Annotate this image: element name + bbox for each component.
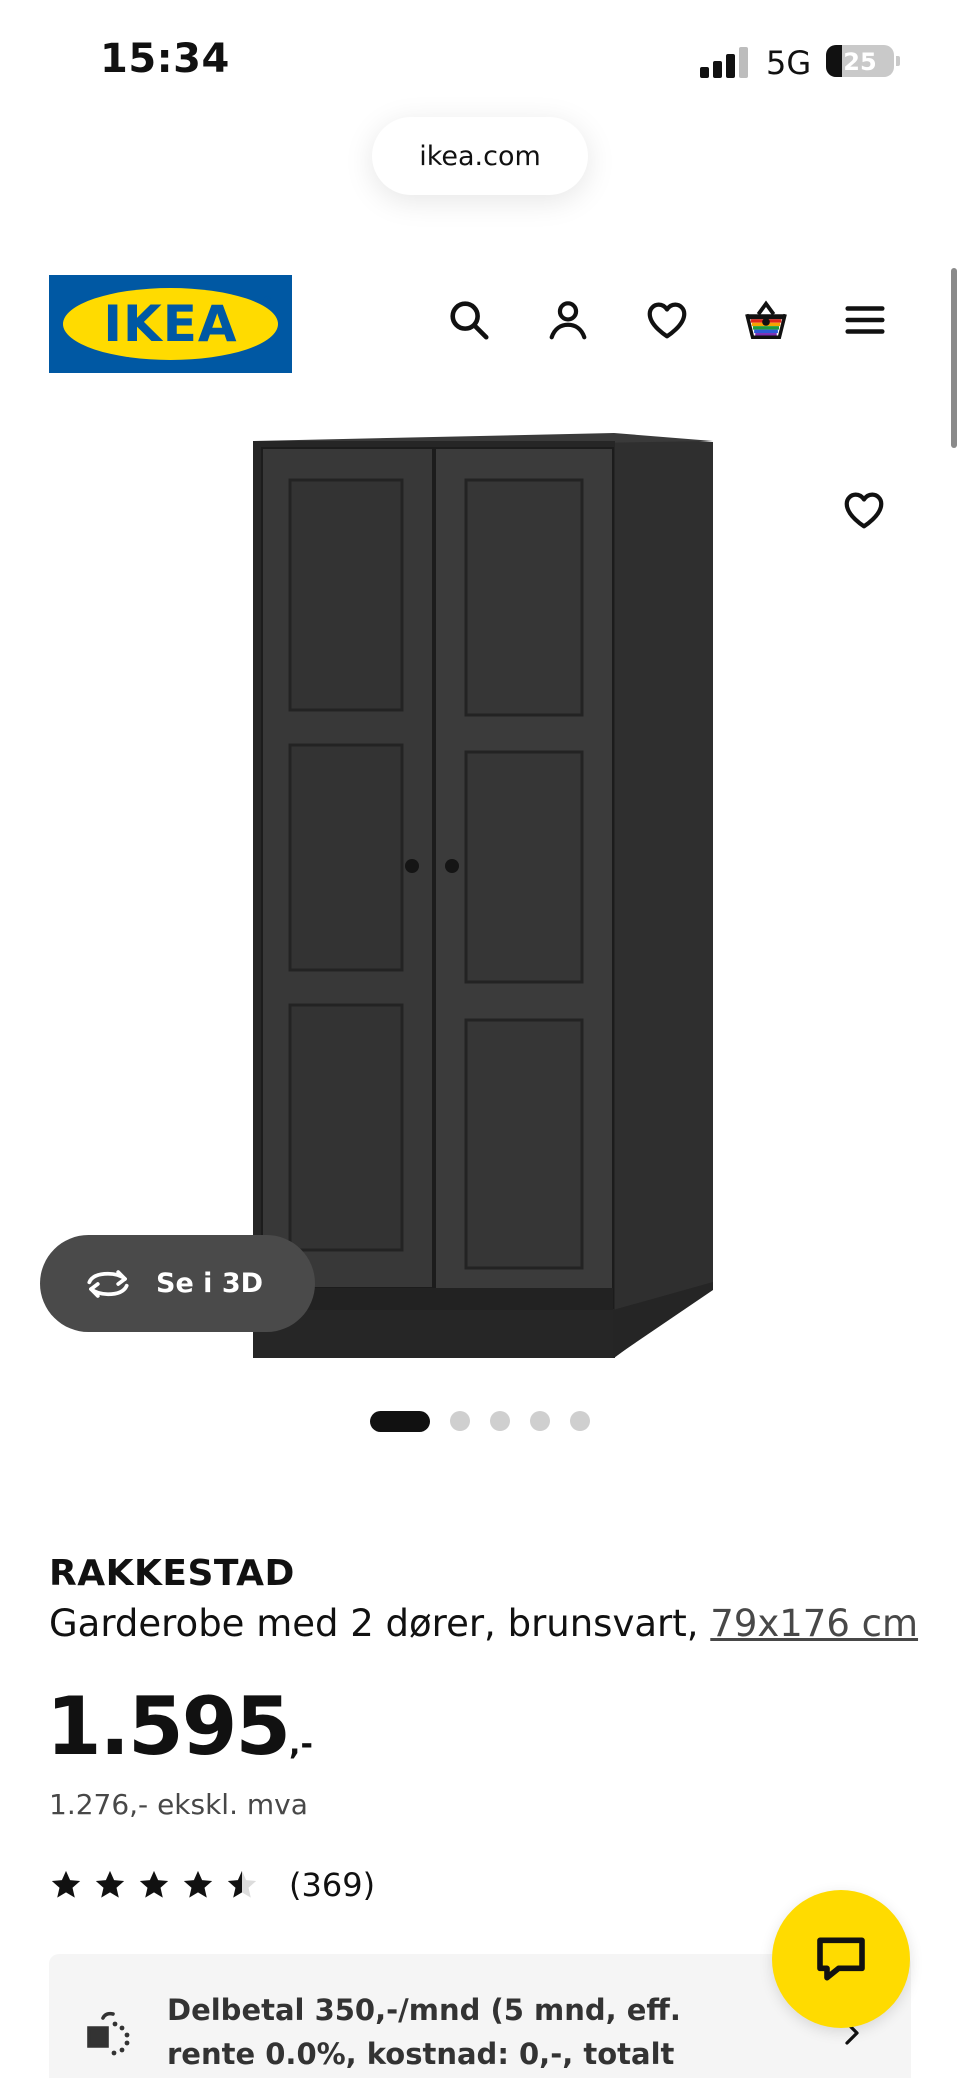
star-full-icon — [139, 1870, 169, 1898]
pagination-dot-1[interactable] — [370, 1411, 430, 1432]
cart-icon[interactable] — [738, 292, 794, 348]
pagination-dot-2[interactable] — [450, 1411, 470, 1431]
product-size-link[interactable]: 79x176 cm — [710, 1602, 918, 1645]
star-full-icon — [51, 1870, 81, 1898]
account-icon[interactable] — [540, 292, 596, 348]
favorites-icon[interactable] — [639, 292, 695, 348]
menu-icon[interactable] — [837, 292, 893, 348]
ikea-logo[interactable]: IKEA ® — [49, 275, 292, 373]
pagination-dot-5[interactable] — [570, 1411, 590, 1431]
product-type: Garderobe med 2 dører, brunsvart, — [49, 1602, 699, 1645]
star-full-icon — [183, 1870, 213, 1898]
chat-icon — [817, 1937, 865, 1981]
url-bar[interactable]: ikea.com — [372, 117, 588, 195]
battery-icon: 25 — [826, 45, 894, 77]
product-description: Garderobe med 2 dører, brunsvart, 79x176… — [49, 1602, 918, 1645]
status-time: 15:34 — [100, 36, 230, 82]
pagination-dot-3[interactable] — [490, 1411, 510, 1431]
view-in-3d-label: Se i 3D — [156, 1268, 264, 1299]
signal-icon — [700, 46, 752, 78]
product-price: 1.595,- — [46, 1680, 313, 1773]
battery-level: 25 — [843, 48, 877, 76]
product-page: 15:34 5G 25 ikea.com IKEA ® Se i 3D RAKK… — [0, 0, 960, 2078]
search-icon[interactable] — [441, 292, 497, 348]
battery-cap — [896, 56, 900, 66]
star-half-icon — [227, 1870, 257, 1898]
price-ex-vat: 1.276,- ekskl. mva — [49, 1788, 308, 1821]
status-bar: 15:34 5G 25 — [0, 0, 960, 110]
product-name: RAKKESTAD — [49, 1553, 295, 1594]
star-full-icon — [95, 1870, 125, 1898]
price-value: 1.595 — [46, 1680, 291, 1773]
add-to-favorites-icon[interactable] — [836, 482, 892, 538]
network-type: 5G — [766, 44, 812, 82]
rotate-3d-icon — [87, 1269, 129, 1298]
review-count: (369) — [289, 1866, 376, 1904]
price-suffix: ,- — [289, 1727, 313, 1762]
logo-text: IKEA — [103, 295, 238, 353]
product-rating[interactable]: (369) — [49, 1866, 375, 1904]
pagination-dot-4[interactable] — [530, 1411, 550, 1431]
payment-installments-icon — [87, 2011, 130, 2056]
view-in-3d-button[interactable]: Se i 3D — [40, 1235, 315, 1332]
chat-button[interactable] — [772, 1890, 910, 2028]
financing-text: Delbetal 350,-/mnd (5 mnd, eff. rente 0.… — [167, 1993, 681, 2071]
